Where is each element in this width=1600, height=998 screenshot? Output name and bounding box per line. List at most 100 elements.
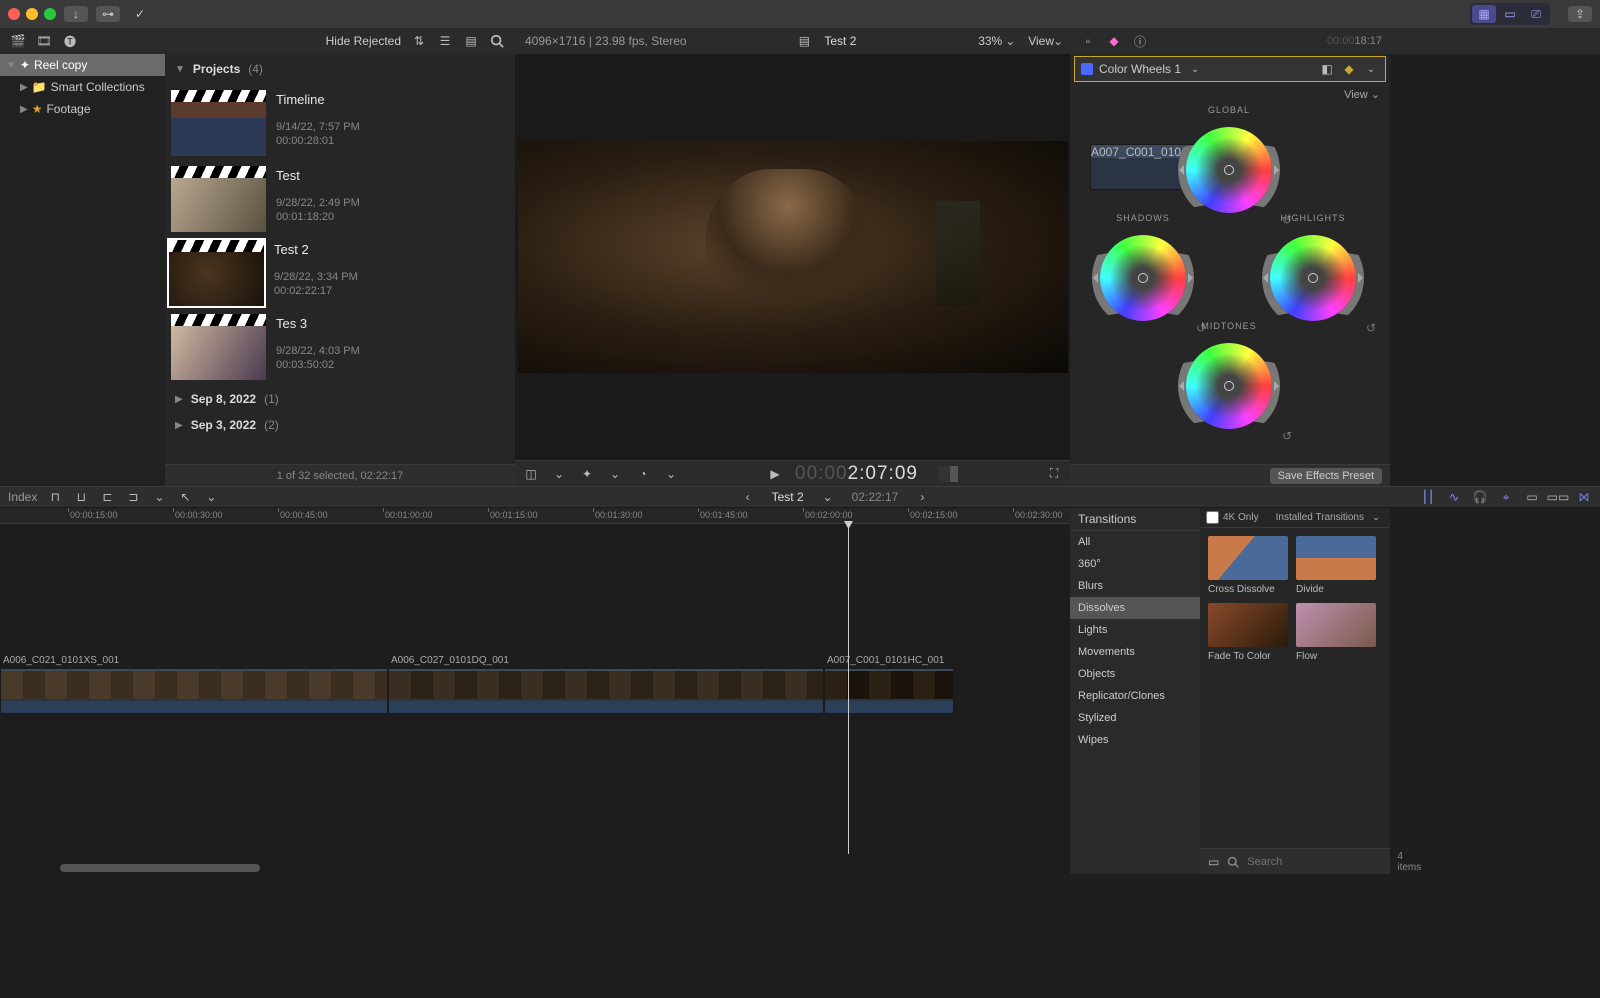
- snapping-icon[interactable]: ⌖: [1498, 489, 1514, 505]
- browser-date-group[interactable]: ▶ Sep 3, 2022 (2): [165, 412, 515, 438]
- insert-clip-icon[interactable]: ⊔: [73, 489, 89, 505]
- transition-item[interactable]: Cross Dissolve: [1208, 536, 1288, 595]
- background-tasks-button[interactable]: ✓: [128, 6, 152, 22]
- list-view-icon[interactable]: ☰: [437, 33, 453, 49]
- solo-icon[interactable]: 🎧: [1472, 489, 1488, 505]
- installed-filter-dropdown[interactable]: Installed Transitions: [1276, 512, 1364, 523]
- inspector-view-menu[interactable]: View ⌄: [1070, 84, 1390, 105]
- project-row[interactable]: Tes 3 9/28/22, 4:03 PM 00:03:50:02: [165, 310, 515, 384]
- photos-icon[interactable]: 🎞: [36, 33, 52, 49]
- chevron-down-icon[interactable]: ⌄: [820, 489, 836, 505]
- browser-date-group[interactable]: ▶ Sep 8, 2022 (1): [165, 386, 515, 412]
- transitions-category[interactable]: Objects: [1070, 663, 1200, 685]
- keyframe-icon[interactable]: ◆: [1341, 61, 1357, 77]
- transitions-toggle-icon[interactable]: ⨝: [1576, 489, 1592, 505]
- transitions-category[interactable]: Blurs: [1070, 575, 1200, 597]
- layout-timeline-button[interactable]: ▭: [1498, 5, 1522, 23]
- project-row[interactable]: Test 9/28/22, 2:49 PM 00:01:18:20: [165, 162, 515, 236]
- chevron-down-icon[interactable]: ⌄: [151, 489, 167, 505]
- library-icon[interactable]: 🎬: [10, 33, 26, 49]
- transitions-category[interactable]: Replicator/Clones: [1070, 685, 1200, 707]
- transitions-search-input[interactable]: [1247, 856, 1389, 868]
- chevron-down-icon[interactable]: ⌄: [1002, 33, 1018, 49]
- transition-item[interactable]: Flow: [1296, 603, 1376, 662]
- chevron-down-icon[interactable]: ⌄: [203, 489, 219, 505]
- theme-filter-icon[interactable]: ▭: [1208, 854, 1219, 870]
- timeline-tracks[interactable]: A006_C021_0101XS_001 A006_C027_0101DQ_00…: [0, 524, 1070, 854]
- clip-stack-icon[interactable]: ▤: [796, 33, 812, 49]
- viewer-timecode[interactable]: 00:002:07:09: [795, 463, 918, 485]
- timeline-history-back-icon[interactable]: ‹: [740, 489, 756, 505]
- filmstrip-view-icon[interactable]: ▤: [463, 33, 479, 49]
- search-icon[interactable]: [489, 33, 505, 49]
- disclosure-triangle-icon[interactable]: ▶: [20, 82, 28, 93]
- append-clip-icon[interactable]: ⊏: [99, 489, 115, 505]
- chevron-down-icon[interactable]: ⌄: [1187, 61, 1203, 77]
- timeline-clip[interactable]: A006_C027_0101DQ_001: [388, 668, 824, 714]
- project-row[interactable]: Test 2 9/28/22, 3:34 PM 00:02:22:17: [165, 238, 515, 308]
- transition-item[interactable]: Fade To Color: [1208, 603, 1288, 662]
- transitions-category[interactable]: Lights: [1070, 619, 1200, 641]
- transform-tool-icon[interactable]: ◫: [523, 466, 539, 482]
- transition-item[interactable]: Divide: [1296, 536, 1376, 595]
- browser-header[interactable]: ▼ Projects (4): [165, 54, 515, 84]
- color-correction-selector[interactable]: Color Wheels 1 ⌄ ◧ ◆ ⌄: [1074, 56, 1386, 82]
- audio-skimming-icon[interactable]: ∿: [1446, 489, 1462, 505]
- playhead[interactable]: [848, 524, 849, 854]
- play-icon[interactable]: ▶: [767, 466, 783, 482]
- transitions-category[interactable]: Stylized: [1070, 707, 1200, 729]
- reset-icon[interactable]: ↺: [1282, 429, 1292, 443]
- disclosure-triangle-icon[interactable]: ▼: [175, 64, 185, 75]
- chevron-down-icon[interactable]: ⌄: [1054, 33, 1070, 49]
- disclosure-triangle-icon[interactable]: ▶: [175, 394, 183, 405]
- share-button[interactable]: ⇪: [1568, 6, 1592, 22]
- overwrite-clip-icon[interactable]: ⊐: [125, 489, 141, 505]
- chevron-down-icon[interactable]: ⌄: [607, 466, 623, 482]
- color-wheel-midtones[interactable]: MIDTONES ↺: [1178, 321, 1280, 437]
- transitions-category[interactable]: Wipes: [1070, 729, 1200, 751]
- chevron-down-icon[interactable]: ⌄: [1368, 510, 1384, 526]
- viewer-zoom[interactable]: 33%: [978, 34, 1002, 48]
- transitions-category[interactable]: 360°: [1070, 553, 1200, 575]
- timeline-scrollbar[interactable]: [60, 864, 260, 872]
- sidebar-smart-collections[interactable]: ▶ 📁 Smart Collections: [0, 76, 165, 98]
- viewer-view-menu[interactable]: View: [1018, 34, 1054, 48]
- disclosure-triangle-icon[interactable]: ▶: [20, 104, 28, 115]
- chevron-down-icon[interactable]: ⌄: [551, 466, 567, 482]
- mask-icon[interactable]: ◧: [1319, 61, 1335, 77]
- skimming-icon[interactable]: ⎮⎮: [1420, 489, 1436, 505]
- timeline-panel[interactable]: 00:00:15:00 00:00:30:00 00:00:45:00 00:0…: [0, 508, 1070, 874]
- transitions-browser-icon[interactable]: ▭▭: [1550, 489, 1566, 505]
- transitions-category[interactable]: Dissolves: [1070, 597, 1200, 619]
- clip-filter-dropdown[interactable]: Hide Rejected: [326, 34, 401, 48]
- connect-clip-icon[interactable]: ⊓: [47, 489, 63, 505]
- project-row[interactable]: Timeline 9/14/22, 7:57 PM 00:00:28:01: [165, 86, 515, 160]
- updown-icon[interactable]: ⇅: [411, 33, 427, 49]
- chevron-down-icon[interactable]: ⌄: [1363, 61, 1379, 77]
- fullscreen-icon[interactable]: ⛶: [1046, 466, 1062, 482]
- checkbox-enabled-icon[interactable]: [1081, 63, 1093, 75]
- save-effects-preset-button[interactable]: Save Effects Preset: [1270, 468, 1382, 484]
- chevron-down-icon[interactable]: ⌄: [663, 466, 679, 482]
- minimize-window-icon[interactable]: [26, 8, 38, 20]
- viewer-canvas[interactable]: [515, 54, 1070, 460]
- reset-icon[interactable]: ↺: [1366, 321, 1376, 335]
- titles-icon[interactable]: 🅣: [62, 33, 78, 49]
- disclosure-triangle-icon[interactable]: ▶: [175, 420, 183, 431]
- import-button[interactable]: ↓: [64, 6, 88, 22]
- 4k-only-checkbox[interactable]: [1206, 511, 1219, 524]
- timeline-history-fwd-icon[interactable]: ›: [914, 489, 930, 505]
- color-wheel-shadows[interactable]: SHADOWS ↺: [1092, 213, 1194, 329]
- transitions-category[interactable]: Movements: [1070, 641, 1200, 663]
- video-inspector-icon[interactable]: ▫: [1080, 33, 1096, 49]
- timeline-clip[interactable]: A006_C021_0101XS_001: [0, 668, 388, 714]
- close-window-icon[interactable]: [8, 8, 20, 20]
- color-wheel-global[interactable]: GLOBAL ↺: [1178, 105, 1280, 221]
- timeline-index-button[interactable]: Index: [8, 490, 37, 504]
- layout-inspector-button[interactable]: ⎚: [1524, 5, 1548, 23]
- enhance-tool-icon[interactable]: ✦: [579, 466, 595, 482]
- arrow-tool-icon[interactable]: ↖: [177, 489, 193, 505]
- timeline-clip[interactable]: A007_C001_0101HC_001: [824, 668, 954, 714]
- disclosure-triangle-icon[interactable]: ▼: [6, 60, 16, 71]
- keyword-button[interactable]: ⊶: [96, 6, 120, 22]
